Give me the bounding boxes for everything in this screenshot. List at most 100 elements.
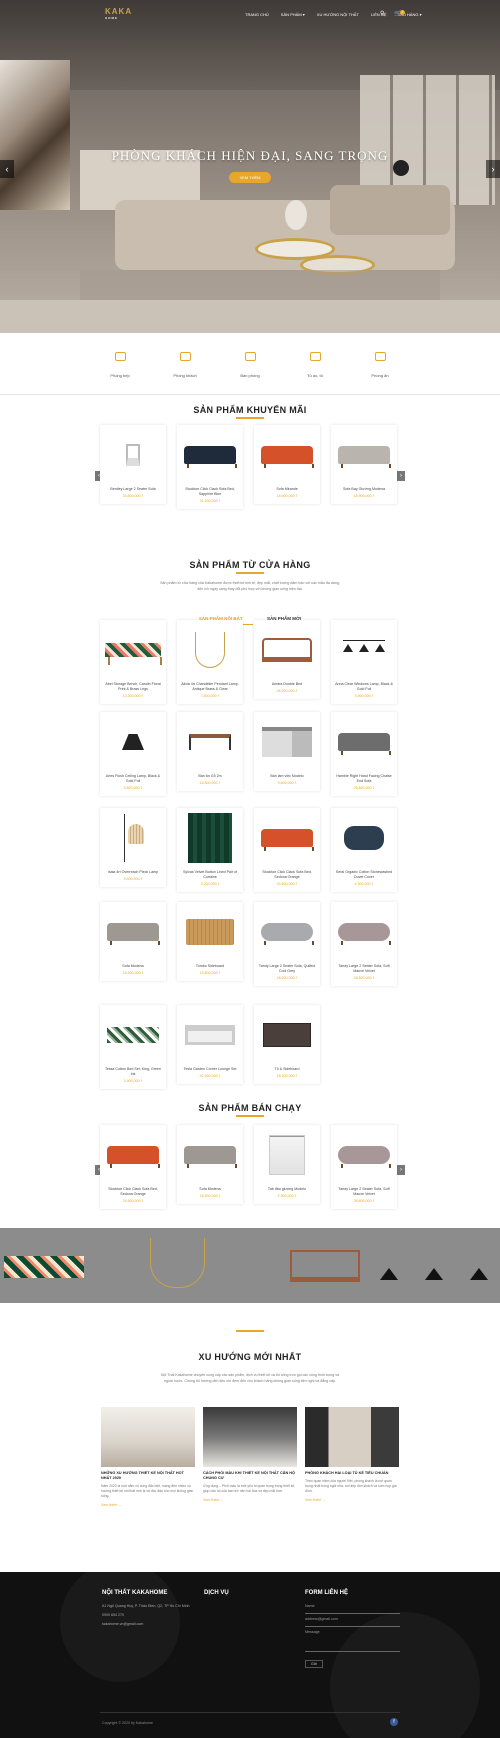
product-card[interactable]: Tab đầu giường Modelo 2,900,000 ₫ [254, 1125, 320, 1204]
product-name[interactable]: Serai Organic Cotton Stonewashed Duvet C… [331, 868, 397, 880]
product-card[interactable]: Serai Organic Cotton Stonewashed Duvet C… [331, 808, 397, 892]
post-title[interactable]: CÁCH PHỐI MÀU KHI THIẾT KẾ NỘI THẤT CĂN … [203, 1467, 297, 1481]
product-name[interactable]: Stockton Click Clack Sofa Bed, Sedona Or… [254, 868, 320, 880]
post-read-more[interactable]: Xem thêm → [305, 1494, 399, 1502]
product-price: 13,300,000 ₫ [122, 694, 144, 698]
product-image [254, 712, 320, 772]
product-card[interactable]: Tandy Large 2 Seater Sofa, Soft Mauve Ve… [331, 1125, 397, 1209]
category-living[interactable]: Phòng khách [160, 352, 210, 382]
product-card[interactable]: Amara Double Bed 28,900,000 ₫ [254, 620, 320, 699]
product-name[interactable]: Sylvas Velvet Button Lined Pair of Curta… [177, 868, 243, 880]
product-name[interactable]: Bentley Large 2 Seater Sofa [100, 485, 166, 492]
bed-image [290, 1250, 360, 1282]
product-name[interactable]: Tesla Garden Corner Lounge Set [177, 1065, 243, 1072]
product-name[interactable]: Sofa Modena [100, 962, 166, 969]
product-card[interactable]: Sofa Mirande 18,900,000 ₫ [254, 425, 320, 504]
product-name[interactable]: Tab đầu giường Modelo [254, 1185, 320, 1192]
blog-post[interactable]: NHỮNG XU HƯỚNG THIẾT KẾ NỘI THẤT HOT NHẤ… [101, 1407, 195, 1507]
product-card[interactable]: Sofa Modena 18,900,000 ₫ [177, 1125, 243, 1204]
product-name[interactable]: Tessa Cotton Bed Set, King, Green Ink [100, 1065, 166, 1077]
product-card[interactable]: Bàn ăn Gỗ 2m 16,800,000 ₫ [177, 712, 243, 791]
nav-trends[interactable]: XU HƯỚNG NỘI THẤT [317, 12, 359, 17]
hero-prev-arrow[interactable]: ‹ [0, 160, 14, 178]
product-name[interactable]: Alixia 4rt Chandelier Pendant Lamp, Anti… [177, 680, 243, 692]
search-icon[interactable]: ⚲ [380, 10, 384, 17]
product-name[interactable]: Tombo Sideboard [177, 962, 243, 969]
product-name[interactable]: Sofa Bay Giường Modena [331, 485, 397, 492]
send-button[interactable]: Gửi [305, 1660, 323, 1668]
product-name[interactable]: Sofa Modena [177, 1185, 243, 1192]
product-card[interactable]: Isaia 4rt Overreach Pleck Lamp 4,400,000… [100, 808, 166, 887]
hero-next-arrow[interactable]: › [486, 160, 500, 178]
product-card[interactable]: Aries Flush Ceiling Lamp, Black & Gold F… [100, 712, 166, 796]
product-card[interactable]: Bàn làm việc Modelo 9,600,000 ₫ [254, 712, 320, 791]
blog-post[interactable]: CÁCH PHỐI MÀU KHI THIẾT KẾ NỘI THẤT CĂN … [203, 1407, 297, 1502]
promo-next-arrow[interactable]: › [397, 471, 405, 481]
promo-banner-strip [0, 1228, 500, 1303]
product-name[interactable]: Sofa Mirande [254, 485, 320, 492]
product-name[interactable]: Stockton Click Clack Sofa Bed, Sapphire … [177, 485, 243, 497]
cart-icon[interactable]: 🛒0 [394, 10, 405, 17]
product-card[interactable]: Sofa Bay Giường Modena 18,900,000 ₫ [331, 425, 397, 504]
product-image [331, 1125, 397, 1185]
product-name[interactable]: Tandy Large 2 Seater Sofa, Soft Mauve Ve… [331, 1185, 397, 1197]
category-bedroom[interactable]: Bàn phòng [225, 352, 275, 382]
product-name[interactable]: Tandy Large 2 Seater Sofa, Quilted Cool … [254, 962, 320, 974]
product-name[interactable]: Stockton Click Clack Sofa Bed, Sedona Or… [100, 1185, 166, 1197]
footer-email[interactable]: kakahome.vn@gmail.com [102, 1622, 190, 1626]
product-card[interactable]: Stockton Click Clack Sofa Bed, Sapphire … [177, 425, 243, 509]
product-name[interactable]: Amara Double Bed [254, 680, 320, 687]
product-card[interactable]: Tandy Large 2 Seater Sofa, Soft Mauve Ve… [331, 902, 397, 986]
product-card[interactable]: Sylvas Velvet Button Lined Pair of Curta… [177, 808, 243, 892]
product-card[interactable]: Stockton Click Clack Sofa Bed, Sedona Or… [254, 808, 320, 892]
site-logo[interactable]: KAKA HOME [105, 7, 132, 20]
product-card[interactable]: Tessa Cotton Bed Set, King, Green Ink 3,… [100, 1005, 166, 1089]
product-card[interactable]: Tombo Sideboard 16,800,000 ₫ [177, 902, 243, 981]
message-field[interactable]: Message [305, 1630, 400, 1652]
post-read-more[interactable]: Xem thêm → [101, 1499, 195, 1507]
product-card[interactable]: Tandy Large 2 Seater Sofa, Quilted Cool … [254, 902, 320, 986]
hero-cta-button[interactable]: XEM THÊM [229, 172, 271, 183]
hero-floor [0, 300, 500, 333]
product-name[interactable]: Bàn ăn Gỗ 2m [177, 772, 243, 779]
hero-slide-control[interactable] [393, 160, 409, 176]
promo-section-title: SẢN PHẨM KHUYẾN MÃI [193, 405, 307, 415]
blog-post[interactable]: PHÒNG KHÁCH HAI LOẠI TỦ KẾ TIÊU CHUẨN Th… [305, 1407, 399, 1502]
kitchen-icon [114, 352, 126, 361]
category-kitchen[interactable]: Phòng bếp [95, 352, 145, 382]
bestseller-next-arrow[interactable]: › [397, 1165, 405, 1175]
product-name[interactable]: Tandy Large 2 Seater Sofa, Soft Mauve Ve… [331, 962, 397, 974]
category-wardrobe[interactable]: Tủ áo, tủ [290, 352, 340, 382]
product-image [100, 1125, 166, 1185]
product-card[interactable]: Tủ & Sideboard 18,400,000 ₫ [254, 1005, 320, 1084]
product-name[interactable]: Isaia 4rt Overreach Pleck Lamp [100, 868, 166, 875]
nav-products[interactable]: SẢN PHẨM ▾ [281, 12, 305, 17]
sofa-image [338, 446, 391, 468]
post-read-more[interactable]: Xem thêm → [203, 1494, 297, 1502]
post-title[interactable]: NHỮNG XU HƯỚNG THIẾT KẾ NỘI THẤT HOT NHẤ… [101, 1467, 195, 1481]
category-dining[interactable]: Phòng ăn [355, 352, 405, 382]
email-field[interactable]: address@gmail.com [305, 1617, 400, 1627]
product-card[interactable]: Abel Storage Bench, Carolin Floral Print… [100, 620, 166, 704]
post-excerpt: Năm 2020 là một năm vô cùng đặc biệt, ma… [101, 1484, 194, 1498]
product-card[interactable]: Hamble Right Hand Facing Chaise End Sofa… [331, 712, 397, 796]
name-field[interactable]: Name [305, 1604, 400, 1614]
product-name[interactable]: Bàn làm việc Modelo [254, 772, 320, 779]
product-name[interactable]: Aries Flush Ceiling Lamp, Black & Gold F… [100, 772, 166, 784]
product-card[interactable]: Sofa Modena 18,900,000 ₫ [100, 902, 166, 981]
facebook-icon[interactable]: f [390, 1718, 398, 1726]
product-card[interactable]: Bentley Large 2 Seater Sofa 33,800,000 ₫ [100, 425, 166, 504]
product-card[interactable]: Anna Clear Windows Lamp, Black & Gold Fo… [331, 620, 397, 704]
footer-phone[interactable]: 0909 654 270 [102, 1613, 190, 1617]
post-title[interactable]: PHÒNG KHÁCH HAI LOẠI TỦ KẾ TIÊU CHUẨN [305, 1467, 399, 1476]
product-name[interactable]: Anna Clear Windows Lamp, Black & Gold Fo… [331, 680, 397, 692]
product-card[interactable]: Tesla Garden Corner Lounge Set 42,900,00… [177, 1005, 243, 1084]
product-card[interactable]: Stockton Click Clack Sofa Bed, Sedona Or… [100, 1125, 166, 1209]
product-name[interactable]: Abel Storage Bench, Carolin Floral Print… [100, 680, 166, 692]
nightstand-image [269, 1135, 305, 1175]
nav-home[interactable]: TRANG CHỦ [245, 12, 269, 17]
product-name[interactable]: Tủ & Sideboard [254, 1065, 320, 1072]
product-name[interactable]: Hamble Right Hand Facing Chaise End Sofa [331, 772, 397, 784]
post-excerpt: Ứng dụng – Phối màu là một yếu tố quan t… [203, 1484, 296, 1493]
product-card[interactable]: Alixia 4rt Chandelier Pendant Lamp, Anti… [177, 620, 243, 704]
